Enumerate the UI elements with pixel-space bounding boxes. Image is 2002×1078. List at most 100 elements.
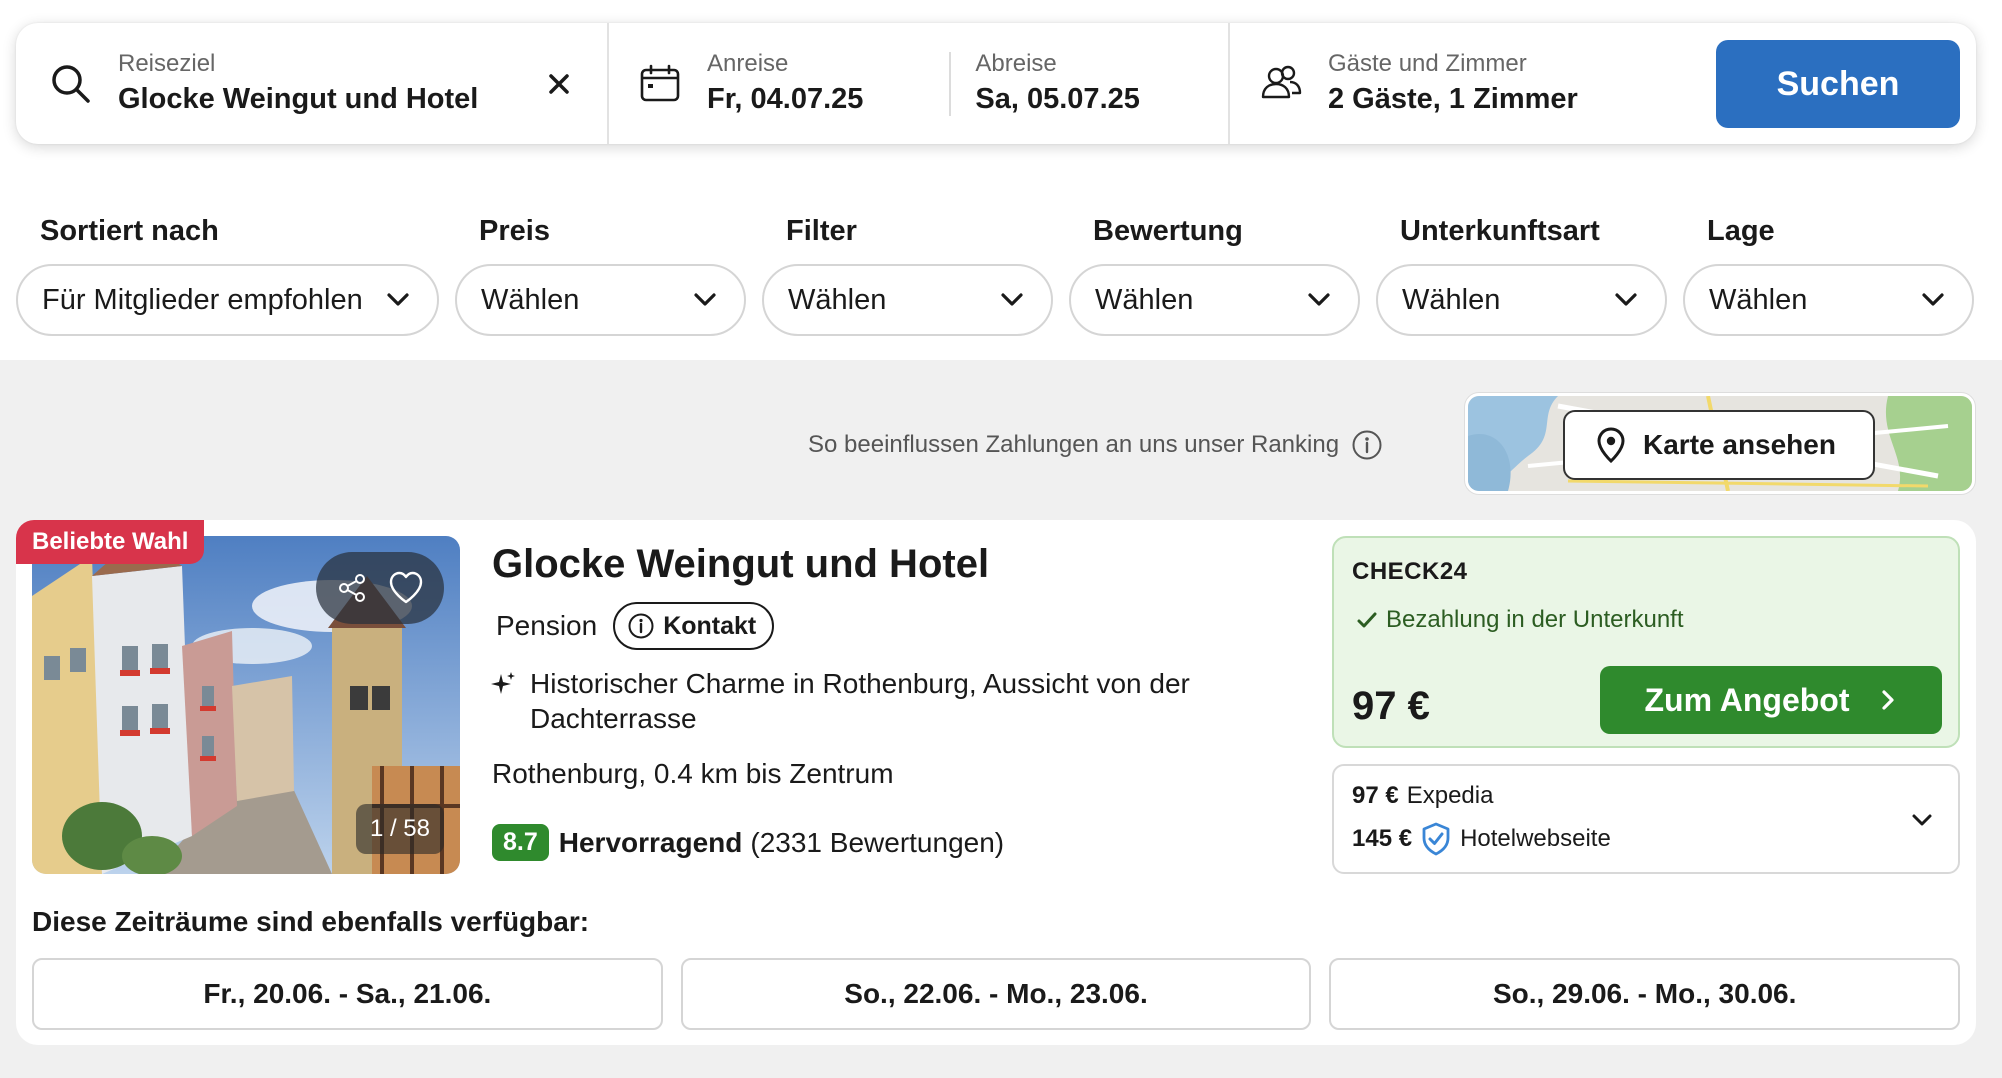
chevron-down-icon (1001, 293, 1023, 306)
availability-options: Fr., 20.06. - Sa., 21.06. So., 22.06. - … (32, 958, 1961, 1030)
offer-price: 97 € (1352, 684, 1430, 728)
best-offer[interactable]: CHECK24 Bezahlung in der Unterkunft 97 €… (1332, 536, 1960, 748)
hotel-location: Rothenburg, 0.4 km bis Zentrum (492, 758, 894, 789)
rating-row: 8.7 Hervorragend (2331 Bewertungen) (492, 824, 1004, 861)
other-offers[interactable]: 97 € Expedia 145 € Hotelwebseite (1332, 764, 1960, 874)
contact-button[interactable]: Kontakt (613, 602, 775, 650)
dates-field: Anreise Fr, 04.07.25 Abreise Sa, 05.07.2… (609, 23, 1230, 144)
payment-note-text: Bezahlung in der Unterkunft (1386, 606, 1684, 633)
review-count[interactable]: (2331 Bewertungen) (750, 827, 1004, 859)
chevron-down-icon (1922, 293, 1944, 306)
filter-value: Wählen (1402, 283, 1501, 316)
filter-property-type: Unterkunftsart Wählen (1376, 212, 1667, 336)
heart-icon[interactable] (387, 570, 425, 606)
property-type-select[interactable]: Wählen (1376, 264, 1667, 336)
info-icon[interactable] (1351, 429, 1383, 461)
hotel-highlight: Historischer Charme in Rothenburg, Aussi… (490, 666, 1250, 736)
map-preview[interactable]: Karte ansehen (1465, 393, 1975, 494)
filter-general: Filter Wählen (762, 212, 1053, 336)
map-pin-icon (1597, 427, 1625, 463)
chevron-down-icon[interactable] (1906, 804, 1938, 836)
hotel-name[interactable]: Glocke Weingut und Hotel (492, 540, 989, 588)
share-icon[interactable] (335, 571, 369, 605)
popular-badge: Beliebte Wahl (16, 520, 205, 564)
view-map-button[interactable]: Karte ansehen (1563, 410, 1875, 480)
filter-bar: Sortiert nach Für Mitglieder empfohlen P… (16, 212, 1976, 336)
rating-select[interactable]: Wählen (1069, 264, 1360, 336)
guests-icon (1261, 65, 1302, 98)
location-select[interactable]: Wählen (1683, 264, 1974, 336)
hotel-type: Pension (496, 610, 598, 641)
checkin-field[interactable]: Anreise Fr, 04.07.25 (707, 49, 863, 119)
chevron-down-icon (387, 293, 409, 306)
checkin-value[interactable]: Fr, 04.07.25 (707, 79, 863, 119)
close-icon (549, 73, 569, 94)
ranking-note[interactable]: So beeinflussen Zahlungen an uns unser R… (808, 427, 1383, 463)
availability-option[interactable]: So., 29.06. - Mo., 30.06. (1329, 958, 1961, 1030)
filter-label: Unterkunftsart (1400, 215, 1600, 247)
filter-value: Wählen (788, 283, 887, 316)
price-select[interactable]: Wählen (455, 264, 746, 336)
filter-label: Sortiert nach (40, 215, 219, 247)
other-offer-provider: Expedia (1406, 782, 1494, 809)
rating-label: Hervorragend (558, 826, 743, 858)
availability-title: Diese Zeiträume sind ebenfalls verfügbar… (32, 906, 590, 937)
filter-location: Lage Wählen (1683, 212, 1974, 336)
ranking-note-text: So beeinflussen Zahlungen an uns unser R… (808, 431, 1340, 458)
filter-rating: Bewertung Wählen (1069, 212, 1360, 336)
filter-price: Preis Wählen (455, 212, 746, 336)
checkin-label: Anreise (707, 49, 789, 77)
highlight-text: Historischer Charme in Rothenburg, Aussi… (530, 668, 1190, 734)
filter-value: Wählen (1709, 283, 1808, 316)
chevron-down-icon (694, 293, 716, 306)
check-icon (1357, 612, 1377, 628)
other-offer-row[interactable]: 97 € Expedia (1352, 782, 1493, 810)
shield-check-icon (1422, 822, 1450, 856)
guests-field[interactable]: Gäste und Zimmer 2 Gäste, 1 Zimmer Suche… (1230, 23, 1976, 144)
info-icon (628, 613, 654, 639)
checkout-label: Abreise (975, 49, 1057, 77)
filter-label: Bewertung (1093, 215, 1243, 247)
calendar-icon (640, 64, 680, 101)
date-divider (949, 51, 952, 116)
to-offer-label: Zum Angebot (1644, 681, 1850, 718)
chevron-right-icon (1881, 690, 1894, 710)
hotel-photo[interactable]: 1 / 58 (32, 536, 460, 874)
other-offer-provider: Hotelwebseite (1460, 825, 1611, 852)
checkout-field[interactable]: Abreise Sa, 05.07.25 (975, 49, 1139, 119)
filter-label: Filter (786, 215, 857, 247)
other-offer-row[interactable]: 145 € Hotelwebseite (1352, 822, 1611, 856)
checkout-value[interactable]: Sa, 05.07.25 (975, 79, 1139, 119)
hotel-card[interactable]: Beliebte Wahl 1 / 58 Glocke Weingut und … (16, 520, 1976, 1045)
filter-label: Lage (1707, 215, 1775, 247)
chevron-down-icon (1615, 293, 1637, 306)
availability-option[interactable]: Fr., 20.06. - Sa., 21.06. (32, 958, 663, 1030)
filter-value: Wählen (481, 283, 580, 316)
image-actions (316, 552, 444, 624)
search-button[interactable]: Suchen (1716, 40, 1960, 128)
contact-label: Kontakt (663, 611, 757, 640)
search-bar: Reiseziel Glocke Weingut und Hotel Anrei… (16, 23, 1976, 144)
filter-label: Preis (479, 215, 550, 247)
guests-label: Gäste und Zimmer (1328, 49, 1527, 77)
destination-label: Reiseziel (118, 49, 216, 77)
rating-score: 8.7 (492, 824, 549, 861)
search-icon (52, 64, 90, 103)
destination-value[interactable]: Glocke Weingut und Hotel (118, 79, 478, 119)
payment-note: Bezahlung in der Unterkunft (1356, 606, 1684, 634)
sort-select[interactable]: Für Mitglieder empfohlen (16, 264, 439, 336)
to-offer-button[interactable]: Zum Angebot (1600, 666, 1942, 734)
image-counter: 1 / 58 (355, 804, 444, 854)
filter-sort: Sortiert nach Für Mitglieder empfohlen (16, 212, 439, 336)
sparkle-icon (491, 672, 515, 694)
destination-field[interactable]: Reiseziel Glocke Weingut und Hotel (16, 23, 609, 144)
offer-provider: CHECK24 (1352, 558, 1468, 585)
filter-value: Wählen (1095, 283, 1194, 316)
availability-option[interactable]: So., 22.06. - Mo., 23.06. (680, 958, 1312, 1030)
hotel-type-row: Pension Kontakt (496, 602, 775, 650)
guests-value[interactable]: 2 Gäste, 1 Zimmer (1328, 79, 1578, 119)
view-map-label: Karte ansehen (1643, 429, 1836, 460)
clear-destination-button[interactable] (543, 68, 575, 100)
filter-select[interactable]: Wählen (762, 264, 1053, 336)
other-offer-price: 97 € (1352, 782, 1399, 809)
